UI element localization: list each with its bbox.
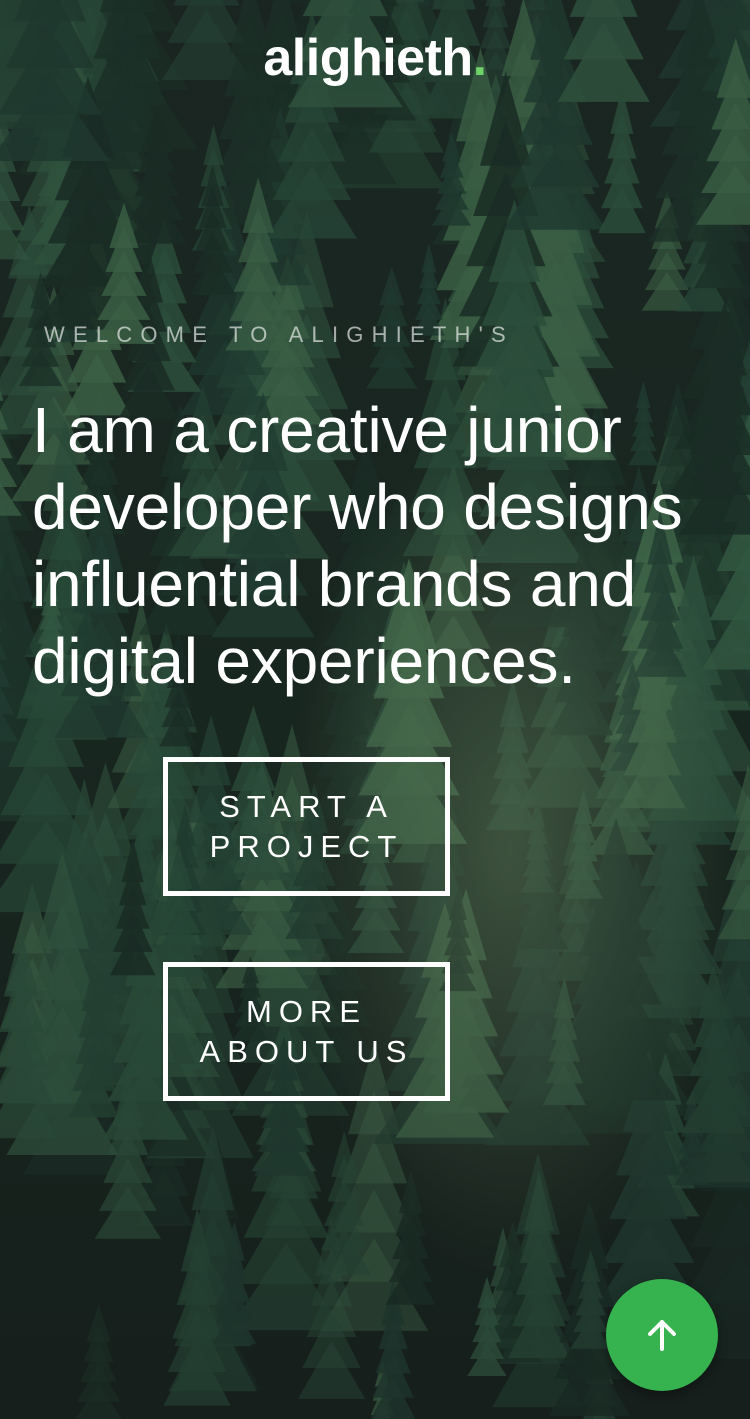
start-project-label-line1: START A <box>219 788 394 824</box>
hero-section: alighieth. WELCOME TO ALIGHIETH'S I am a… <box>0 0 750 1419</box>
logo-dot: . <box>472 29 487 87</box>
more-about-label-line2: ABOUT US <box>199 1033 414 1069</box>
welcome-eyebrow: WELCOME TO ALIGHIETH'S <box>44 322 514 347</box>
arrow-up-icon <box>648 1320 676 1351</box>
start-project-label-line2: PROJECT <box>209 828 404 864</box>
hero-headline: I am a creative junior developer who des… <box>32 394 683 697</box>
hero-content: alighieth. WELCOME TO ALIGHIETH'S I am a… <box>0 0 750 1419</box>
site-logo[interactable]: alighieth. <box>0 28 750 88</box>
logo-text: alighieth <box>263 29 473 87</box>
scroll-to-top-button[interactable] <box>606 1279 718 1391</box>
more-about-label-line1: MORE <box>246 993 367 1029</box>
more-about-us-button[interactable]: MORE ABOUT US <box>163 962 450 1101</box>
start-project-button[interactable]: START A PROJECT <box>163 757 450 896</box>
